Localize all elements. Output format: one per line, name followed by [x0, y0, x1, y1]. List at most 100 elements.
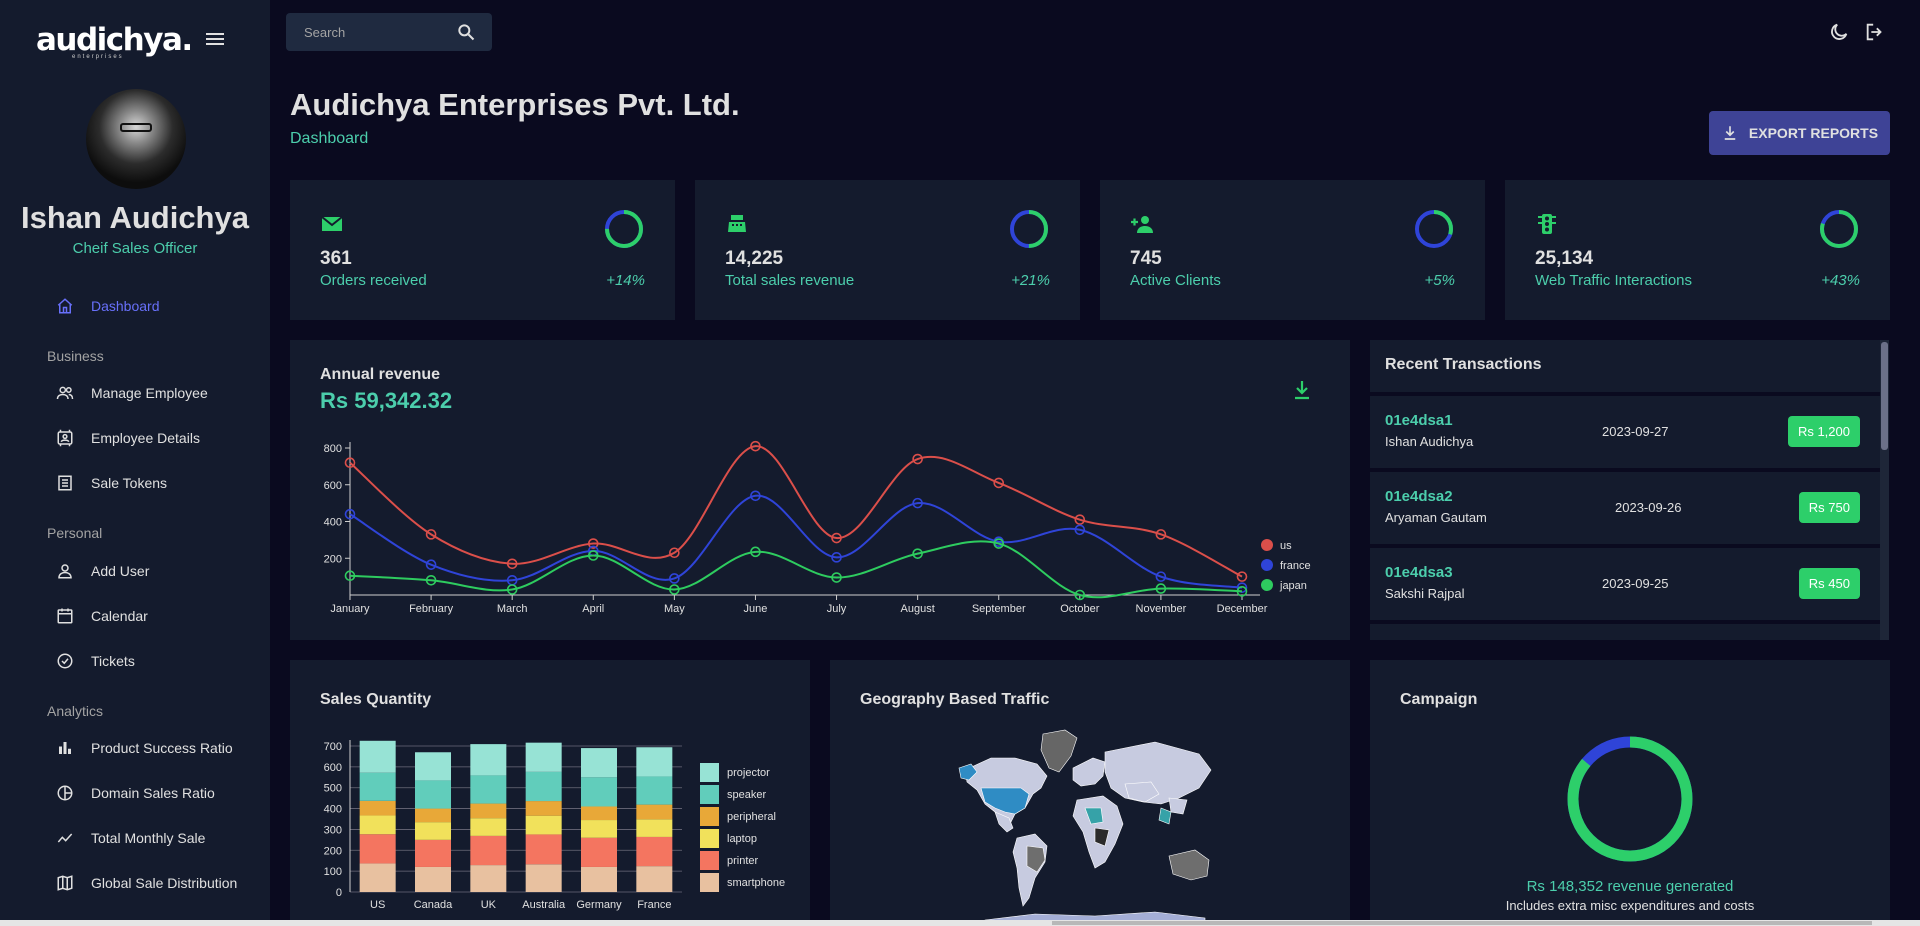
- bar-segment-peripheral: [525, 801, 562, 816]
- world-map[interactable]: [955, 728, 1215, 926]
- progress-circle: [1415, 210, 1453, 248]
- progress-circle: [1010, 210, 1048, 248]
- menu-icon[interactable]: [206, 33, 224, 47]
- x-tick-label: US: [370, 899, 385, 911]
- sidebar-item-calendar[interactable]: Calendar: [54, 604, 148, 628]
- sidebar-item-label: Total Monthly Sale: [91, 830, 206, 846]
- series-line-us: [349, 445, 1243, 578]
- bar-segment-smartphone: [359, 863, 396, 892]
- sidebar-item-manage-employee[interactable]: Manage Employee: [54, 381, 208, 405]
- download-icon: [1724, 126, 1736, 140]
- stat-increase: +43%: [1821, 272, 1860, 289]
- user-role: Cheif Sales Officer: [72, 240, 198, 257]
- bar-segment-speaker: [470, 775, 507, 804]
- stat-label: Web Traffic Interactions: [1535, 272, 1693, 289]
- sidebar-item-label: Product Success Ratio: [91, 740, 233, 756]
- sidebar-item-total-monthly-sale[interactable]: Total Monthly Sale: [54, 826, 205, 850]
- calendar-icon: [54, 605, 76, 627]
- transaction-user: Aryaman Gautam: [1385, 510, 1487, 525]
- x-tick-label: January: [330, 603, 370, 615]
- transaction-row[interactable]: 01e4dsa2 Aryaman Gautam 2023-09-26 Rs 75…: [1370, 472, 1880, 544]
- nav-section-analytics: Analytics: [47, 703, 104, 719]
- sidebar-item-add-user[interactable]: Add User: [54, 559, 149, 583]
- legend-swatch-laptop: [700, 829, 719, 848]
- bar-chart: 0 100 200 300 400 500 600 700 US Canada UK Australi…: [324, 740, 785, 911]
- x-tick-label: UK: [481, 899, 497, 911]
- transaction-id: 01e4dsa3: [1385, 564, 1453, 581]
- transactions-title: Recent Transactions: [1385, 356, 1542, 373]
- progress-circle: [605, 210, 643, 248]
- avatar: [86, 89, 186, 189]
- brand-logo[interactable]: audichya.: [36, 22, 193, 58]
- sidebar: audichya. enterprises Ishan Audichya Che…: [0, 0, 270, 926]
- usa-shape: [980, 787, 1030, 815]
- stat-card-clients: 745 Active Clients +5%: [1100, 180, 1485, 320]
- transactions-scroll-thumb[interactable]: [1881, 342, 1888, 450]
- sidebar-item-employee-details[interactable]: Employee Details: [54, 426, 200, 450]
- y-tick-label: 800: [324, 443, 342, 455]
- map-icon: [54, 872, 76, 894]
- x-tick-label: September: [972, 603, 1026, 615]
- series-line-japan: [349, 540, 1243, 599]
- bar-segment-laptop: [415, 822, 451, 840]
- bar-segment-speaker: [581, 777, 617, 807]
- bar-segment-laptop: [359, 815, 396, 835]
- sidebar-item-global-sale-distribution[interactable]: Global Sale Distribution: [54, 871, 237, 895]
- line-chart: 200 400 600 800 January February March April May…: [324, 440, 1311, 615]
- sidebar-item-label: Sale Tokens: [91, 475, 168, 491]
- sidebar-item-dashboard[interactable]: Dashboard: [54, 294, 160, 318]
- x-tick-label: November: [1136, 603, 1187, 615]
- search-box: [286, 13, 492, 51]
- sales-quantity-card: Sales Quantity 0 100 200 300 400 500 600 700 US C…: [290, 660, 810, 926]
- x-tick-label: April: [582, 603, 604, 615]
- transaction-date: 2023-09-27: [1602, 424, 1669, 439]
- bar-segment-speaker: [415, 780, 451, 809]
- sidebar-item-label: Manage Employee: [91, 385, 208, 401]
- sidebar-item-product-success-ratio[interactable]: Product Success Ratio: [54, 736, 233, 760]
- stat-label: Orders received: [320, 272, 427, 289]
- x-tick-label: Australia: [522, 899, 566, 911]
- export-reports-button[interactable]: EXPORT REPORTS: [1709, 111, 1890, 155]
- contacts-icon: [54, 427, 76, 449]
- bar-segment-smartphone: [525, 864, 562, 892]
- x-tick-label: August: [901, 603, 935, 615]
- y-tick-label: 300: [324, 824, 342, 836]
- stat-value: 14,225: [725, 248, 784, 269]
- y-tick-label: 100: [324, 866, 342, 878]
- campaign-revenue: Rs 148,352 revenue generated: [1526, 878, 1734, 895]
- australia-shape: [1168, 849, 1210, 881]
- x-tick-label: March: [497, 603, 528, 615]
- sidebar-item-label: Tickets: [91, 653, 135, 669]
- email-icon: [320, 212, 344, 236]
- stat-increase: +14%: [606, 272, 645, 289]
- bar-segment-speaker: [525, 771, 562, 802]
- sidebar-item-tickets[interactable]: Tickets: [54, 649, 135, 673]
- legend-swatch-printer: [700, 851, 719, 870]
- search-input[interactable]: [302, 23, 452, 41]
- bar-segment-speaker: [359, 772, 396, 801]
- logout-icon[interactable]: [1864, 21, 1886, 43]
- transaction-row[interactable]: 01e4dsa1 Ishan Audichya 2023-09-27 Rs 1,…: [1370, 396, 1880, 468]
- transaction-row[interactable]: [1370, 624, 1880, 640]
- bar-segment-printer: [359, 834, 396, 864]
- campaign-note: Includes extra misc expenditures and cos…: [1505, 898, 1755, 913]
- bar-segment-projector: [525, 742, 562, 772]
- transaction-date: 2023-09-26: [1615, 500, 1682, 515]
- page-title: Audichya Enterprises Pvt. Ltd.: [290, 87, 740, 122]
- search-icon[interactable]: [456, 22, 476, 42]
- legend-label-laptop: laptop: [727, 833, 757, 845]
- horizontal-scroll-thumb[interactable]: [1052, 921, 1872, 925]
- dark-mode-icon[interactable]: [1828, 21, 1850, 43]
- bar-segment-peripheral: [470, 803, 507, 819]
- sidebar-item-domain-sales-ratio[interactable]: Domain Sales Ratio: [54, 781, 215, 805]
- y-tick-label: 600: [324, 762, 342, 774]
- legend-swatch-us: [1261, 539, 1273, 551]
- stat-label: Active Clients: [1130, 272, 1221, 289]
- bar-segment-projector: [470, 744, 507, 776]
- geography-title: Geography Based Traffic: [860, 691, 1050, 708]
- bar-segment-printer: [525, 834, 562, 865]
- campaign-card: Campaign Rs 148,352 revenue generated In…: [1370, 660, 1890, 926]
- transaction-row[interactable]: 01e4dsa3 Sakshi Rajpal 2023-09-25 Rs 450: [1370, 548, 1880, 620]
- x-tick-label: October: [1060, 603, 1099, 615]
- sidebar-item-sale-tokens[interactable]: Sale Tokens: [54, 471, 167, 495]
